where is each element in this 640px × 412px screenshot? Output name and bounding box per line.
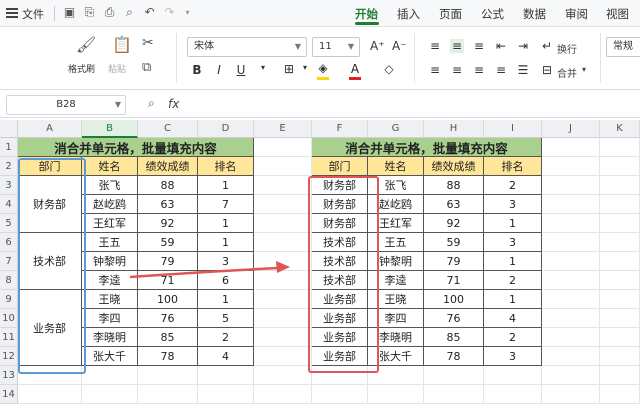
arrow-icon (129, 261, 290, 279)
spreadsheet-app: 文件 ▣ ⎘ ⎙ ⌕ ↶ ↷ ▾ 开始 插入 页面 公式 数据 审阅 视图 🖌 … (0, 0, 640, 412)
